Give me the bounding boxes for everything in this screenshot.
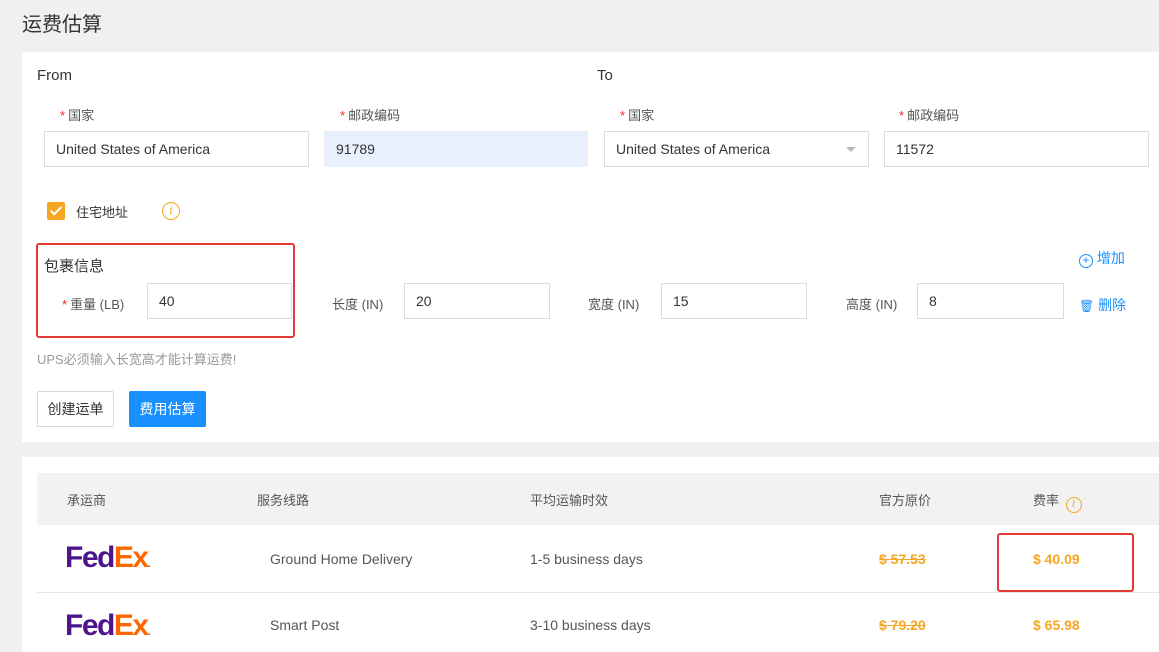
estimate-cost-button[interactable]: 费用估算 <box>129 391 206 427</box>
length-input[interactable]: 20 <box>404 283 550 319</box>
header-rate: 费率 i <box>1033 490 1082 513</box>
from-zip-input[interactable]: 91789 <box>324 131 588 167</box>
to-label: To <box>597 67 613 84</box>
highlight-box-rate <box>997 533 1134 592</box>
from-country-label: * 国家 <box>60 108 95 123</box>
residential-label: 住宅地址 <box>76 205 129 220</box>
height-label: 高度 (IN) <box>846 297 898 312</box>
info-icon[interactable]: i <box>162 202 180 220</box>
ups-hint-text: UPS必须输入长宽高才能计算运费! <box>37 352 237 367</box>
rate-cell: $ 65.98 <box>1033 617 1080 633</box>
package-title: 包裹信息 <box>44 258 105 275</box>
official-price-cell: $ 57.53 <box>879 551 926 567</box>
weight-label: * 重量 (LB) <box>62 297 125 312</box>
to-zip-input[interactable]: 11572 <box>884 131 1149 167</box>
header-carrier: 承运商 <box>67 493 107 508</box>
fedex-logo: FedEx. <box>65 609 151 642</box>
trash-icon: 🗑 <box>1079 299 1095 313</box>
from-country-input[interactable]: United States of America <box>44 131 309 167</box>
plus-circle-icon: + <box>1079 254 1093 268</box>
width-input[interactable]: 15 <box>661 283 807 319</box>
fedex-logo: FedEx. <box>65 541 151 574</box>
table-header: 承运商 服务线路 平均运输时效 官方原价 费率 i <box>37 473 1159 525</box>
weight-input[interactable]: 40 <box>147 283 292 319</box>
to-country-select[interactable]: United States of America <box>604 131 869 167</box>
transit-cell: 3-10 business days <box>530 617 651 633</box>
service-cell: Ground Home Delivery <box>270 551 413 567</box>
results-table: 承运商 服务线路 平均运输时效 官方原价 费率 i FedEx. Ground … <box>22 457 1159 652</box>
chevron-down-icon <box>846 147 856 152</box>
header-transit: 平均运输时效 <box>530 493 609 508</box>
header-service: 服务线路 <box>257 493 310 508</box>
from-label: From <box>37 67 72 84</box>
delete-package-button[interactable]: 🗑 删除 <box>1079 295 1126 315</box>
transit-cell: 1-5 business days <box>530 551 643 567</box>
add-package-button[interactable]: + 增加 <box>1079 248 1125 268</box>
height-input[interactable]: 8 <box>917 283 1064 319</box>
residential-checkbox[interactable] <box>47 202 65 220</box>
create-waybill-button[interactable]: 创建运单 <box>37 391 114 427</box>
table-row[interactable]: FedEx. Smart Post 3-10 business days $ 7… <box>37 593 1159 652</box>
width-label: 宽度 (IN) <box>588 297 640 312</box>
header-official-price: 官方原价 <box>879 493 932 508</box>
table-row[interactable]: FedEx. Ground Home Delivery 1-5 business… <box>37 525 1159 593</box>
page-title: 运费估算 <box>22 14 102 36</box>
service-cell: Smart Post <box>270 617 340 633</box>
from-zip-label: * 邮政编码 <box>340 108 401 123</box>
to-country-label: * 国家 <box>620 108 655 123</box>
length-label: 长度 (IN) <box>332 297 384 312</box>
official-price-cell: $ 79.20 <box>879 617 926 633</box>
info-icon[interactable]: i <box>1065 497 1082 513</box>
estimate-form-panel: From To * 国家 * 邮政编码 * 国家 * 邮政编码 United State… <box>22 52 1159 442</box>
to-zip-label: * 邮政编码 <box>899 108 960 123</box>
